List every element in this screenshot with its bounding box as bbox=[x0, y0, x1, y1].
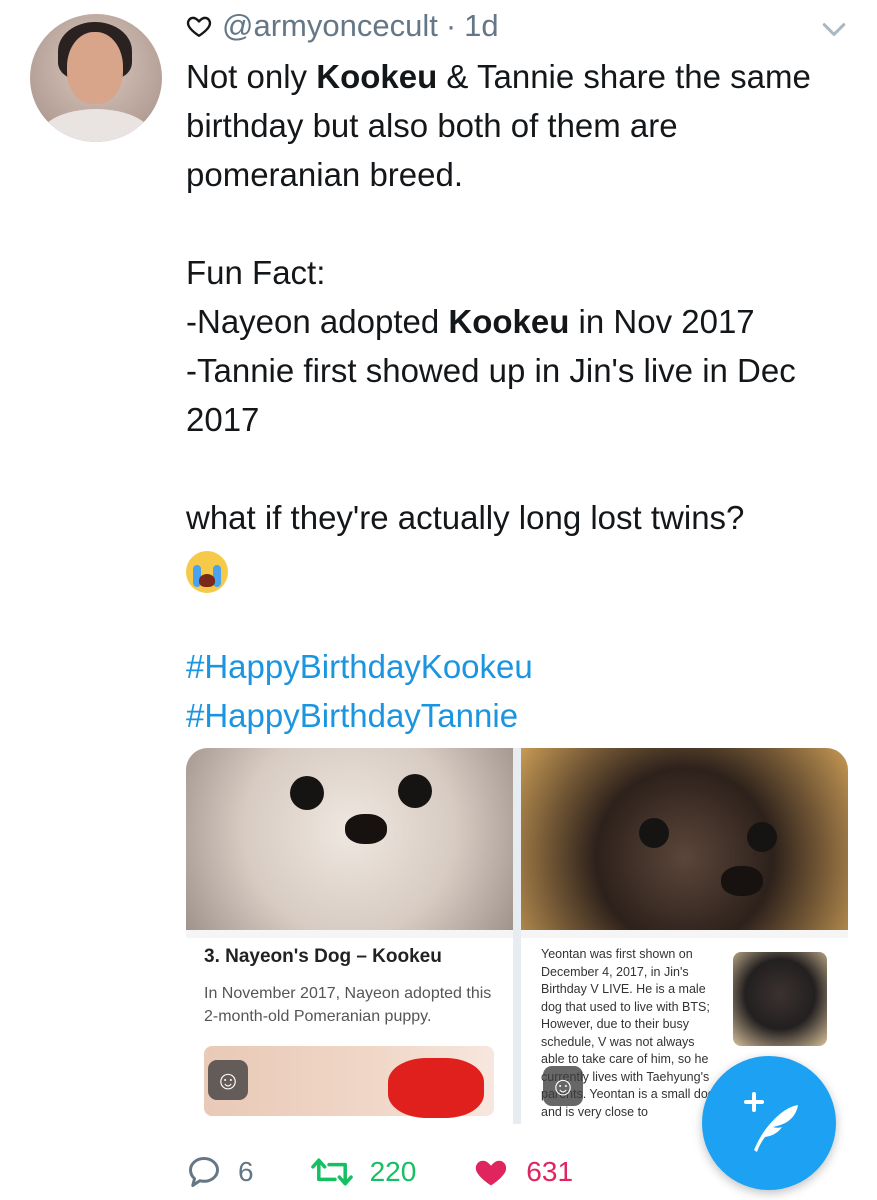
retweet-count: 220 bbox=[369, 1156, 417, 1187]
question: what if they're actually long lost twins… bbox=[186, 499, 745, 536]
smiley-sticker-icon[interactable]: ☺ bbox=[208, 1060, 248, 1100]
reply-icon bbox=[189, 1157, 219, 1187]
chevron-down-icon[interactable] bbox=[821, 16, 847, 42]
like-button[interactable]: 631 bbox=[472, 1154, 573, 1190]
paragraph-1: Not only Kookeu & Tannie share the same … bbox=[186, 58, 811, 193]
heart-outline-icon bbox=[186, 16, 212, 37]
avatar[interactable] bbox=[30, 14, 162, 142]
hashtag-tannie[interactable]: #HappyBirthdayTannie bbox=[186, 691, 846, 740]
retweet-button[interactable]: 220 bbox=[310, 1154, 417, 1190]
like-count: 631 bbox=[526, 1156, 574, 1187]
card-text: In November 2017, Nayeon adopted this 2-… bbox=[204, 985, 492, 1025]
hashtag-kookeu[interactable]: #HappyBirthdayKookeu bbox=[186, 642, 846, 691]
crying-emoji-line bbox=[186, 542, 846, 594]
media-image-left[interactable]: 3. Nayeon's Dog – Kookeu In November 201… bbox=[186, 748, 513, 1124]
funfact-label: Fun Fact: bbox=[186, 254, 326, 291]
reply-count: 6 bbox=[238, 1156, 254, 1187]
bold-kookeu: Kookeu bbox=[316, 58, 438, 95]
yeontan-thumbnail bbox=[733, 952, 827, 1046]
loudly-crying-face-icon bbox=[186, 551, 228, 594]
kookeu-caption-card: 3. Nayeon's Dog – Kookeu In November 201… bbox=[186, 938, 513, 1124]
handle[interactable]: @armyoncecult bbox=[222, 8, 438, 44]
compose-tweet-button[interactable] bbox=[702, 1056, 836, 1190]
tweet-header: @armyoncecult · 1d bbox=[186, 6, 499, 46]
timestamp[interactable]: 1d bbox=[464, 8, 498, 44]
fact-2: -Tannie first showed up in Jin's live in… bbox=[186, 352, 796, 438]
smiley-sticker-icon[interactable]: ☺ bbox=[543, 1066, 583, 1106]
tweet-text: Not only Kookeu & Tannie share the same … bbox=[186, 52, 846, 740]
kookeu-photo bbox=[186, 748, 513, 930]
compose-quill-icon bbox=[744, 1092, 798, 1152]
tweet-actions: 6 220 631 bbox=[186, 1148, 686, 1196]
heart-filled-icon bbox=[476, 1160, 507, 1186]
retweet-icon bbox=[310, 1158, 353, 1186]
card-title: 3. Nayeon's Dog – Kookeu bbox=[204, 946, 442, 967]
tannie-photo bbox=[521, 748, 848, 930]
separator: · bbox=[445, 8, 457, 43]
fact-1: -Nayeon adopted Kookeu in Nov 2017 bbox=[186, 303, 755, 340]
reply-button[interactable]: 6 bbox=[186, 1154, 254, 1190]
